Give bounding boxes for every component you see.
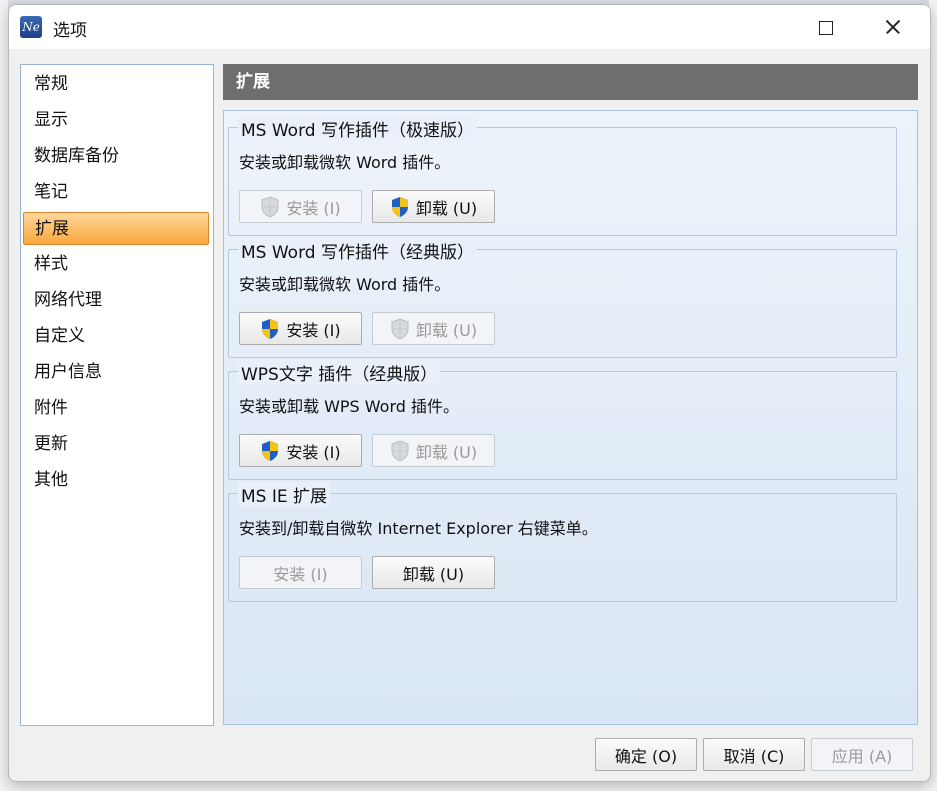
group-title: MS Word 写作插件（极速版） [238,116,477,141]
nav-item-user-info[interactable]: 用户信息 [23,356,209,389]
category-list: 常规 显示 数据库备份 笔记 扩展 样式 网络代理 自定义 用户信息 附件 更新… [20,64,214,726]
extensions-panel: MS Word 写作插件（极速版） 安装或卸载微软 Word 插件。 安装 (I… [223,110,918,725]
group-title: MS IE 扩展 [238,482,331,507]
background-app-left-edge [0,0,8,791]
nav-item-update[interactable]: 更新 [23,428,209,461]
install-button[interactable]: 安装 (I) [239,434,362,467]
install-button[interactable]: 安装 (I) [239,190,362,223]
uac-shield-icon [390,317,410,340]
ok-button[interactable]: 确定 (O) [595,738,697,771]
apply-button[interactable]: 应用 (A) [811,738,913,771]
app-logo-icon: Ne [20,16,42,38]
uninstall-button[interactable]: 卸载 (U) [372,434,495,467]
uac-shield-icon [260,318,280,340]
group-ie-extension: MS IE 扩展 安装到/卸载自微软 Internet Explorer 右键菜… [228,482,897,602]
uninstall-button[interactable]: 卸载 (U) [372,556,495,589]
uninstall-button-label: 卸载 (U) [415,198,478,218]
group-title: WPS文字 插件（经典版） [238,360,441,385]
uac-shield-icon [260,195,280,218]
maximize-button[interactable] [799,5,845,49]
options-dialog: Ne 选项 常规 显示 数据库备份 笔记 扩展 样式 网络代理 自定义 用户信息… [8,4,931,782]
uac-shield-icon [390,196,410,218]
group-wps: WPS文字 插件（经典版） 安装或卸载 WPS Word 插件。 安装 (I) … [228,360,897,480]
nav-item-other[interactable]: 其他 [23,464,209,497]
cancel-button[interactable]: 取消 (C) [703,738,805,771]
uac-shield-icon [390,439,410,462]
install-button-label: 安装 (I) [286,320,341,340]
nav-item-display[interactable]: 显示 [23,104,209,137]
panel-header: 扩展 [223,64,918,100]
nav-item-db-backup[interactable]: 数据库备份 [23,140,209,173]
nav-item-attachments[interactable]: 附件 [23,392,209,425]
uac-shield-icon [260,440,280,462]
group-description: 安装或卸载微软 Word 插件。 [239,275,451,294]
uninstall-button-label: 卸载 (U) [415,442,478,462]
nav-item-custom[interactable]: 自定义 [23,320,209,353]
group-description: 安装到/卸载自微软 Internet Explorer 右键菜单。 [239,519,598,538]
install-button[interactable]: 安装 (I) [239,556,362,589]
nav-item-general[interactable]: 常规 [23,68,209,101]
nav-item-notes[interactable]: 笔记 [23,176,209,209]
uninstall-button-label: 卸载 (U) [402,564,465,584]
close-button[interactable] [869,5,915,49]
title-bar: Ne 选项 [9,5,930,49]
group-description: 安装或卸载 WPS Word 插件。 [239,397,460,416]
uninstall-button[interactable]: 卸载 (U) [372,190,495,223]
uninstall-button[interactable]: 卸载 (U) [372,312,495,345]
install-button-label: 安装 (I) [286,442,341,462]
install-button-label: 安装 (I) [273,564,328,584]
install-button-label: 安装 (I) [286,198,341,218]
group-description: 安装或卸载微软 Word 插件。 [239,153,451,172]
nav-item-proxy[interactable]: 网络代理 [23,284,209,317]
group-msword-classic: MS Word 写作插件（经典版） 安装或卸载微软 Word 插件。 安装 (I… [228,238,897,358]
window-title: 选项 [53,21,87,41]
nav-item-extensions[interactable]: 扩展 [23,212,209,245]
group-msword-fast: MS Word 写作插件（极速版） 安装或卸载微软 Word 插件。 安装 (I… [228,116,897,236]
group-title: MS Word 写作插件（经典版） [238,238,477,263]
install-button[interactable]: 安装 (I) [239,312,362,345]
nav-item-styles[interactable]: 样式 [23,248,209,281]
uninstall-button-label: 卸载 (U) [415,320,478,340]
